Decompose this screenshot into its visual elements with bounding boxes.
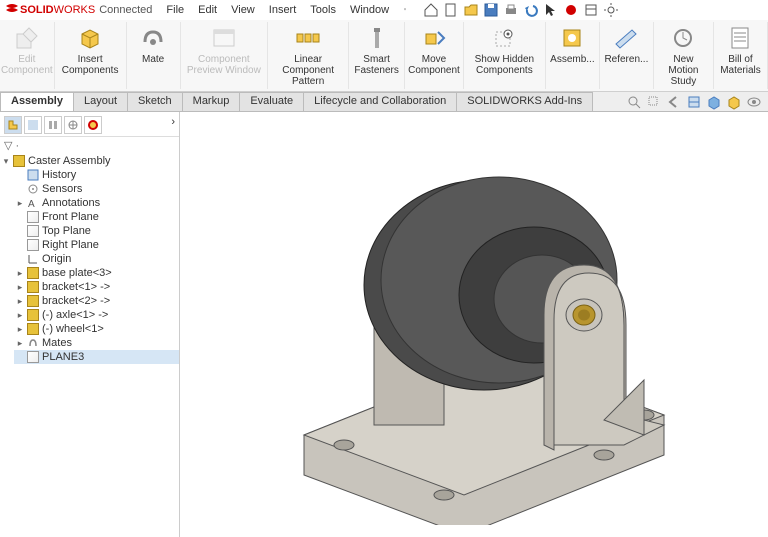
command-tabs: Assembly Layout Sketch Markup Evaluate L… <box>0 92 768 112</box>
ribbon-edit-component: Edit Component <box>0 22 55 89</box>
insert-components-icon <box>76 24 104 52</box>
solidworks-logo-icon <box>4 2 20 18</box>
open-icon[interactable] <box>463 2 479 18</box>
caster-model-rendering <box>244 125 704 525</box>
3d-viewport[interactable] <box>180 112 768 537</box>
menu-edit[interactable]: Edit <box>192 2 223 18</box>
ribbon-mate[interactable]: Mate <box>127 22 181 89</box>
assembly-features-icon <box>558 24 586 52</box>
tree-comp-wheel[interactable]: ▸(-) wheel<1> <box>14 322 179 336</box>
tree-comp-bracket1[interactable]: ▸bracket<1> -> <box>14 280 179 294</box>
options-icon[interactable] <box>583 2 599 18</box>
menu-pin-icon[interactable] <box>397 2 413 18</box>
tree-top-plane[interactable]: Top Plane <box>14 224 179 238</box>
linear-pattern-icon <box>294 24 322 52</box>
settings-icon[interactable] <box>603 2 619 18</box>
tree-tab-feature[interactable] <box>4 116 22 134</box>
save-icon[interactable] <box>483 2 499 18</box>
ribbon-component-preview: Component Preview Window <box>181 22 269 89</box>
tree-comp-baseplate[interactable]: ▸base plate<3> <box>14 266 179 280</box>
display-style-icon[interactable] <box>726 94 742 110</box>
ribbon-linear-pattern[interactable]: Linear Component Pattern <box>268 22 349 89</box>
tree-history[interactable]: History <box>14 168 179 182</box>
ribbon-smart-fasteners[interactable]: Smart Fasteners <box>349 22 405 89</box>
tree-annotations[interactable]: ▸AAnnotations <box>14 196 179 210</box>
print-icon[interactable] <box>503 2 519 18</box>
ribbon-show-hidden[interactable]: Show Hidden Components <box>464 22 546 89</box>
menubar: File Edit View Insert Tools Window <box>160 2 413 18</box>
tab-layout[interactable]: Layout <box>73 92 128 111</box>
ribbon-insert-components[interactable]: Insert Components <box>55 22 127 89</box>
rebuild-icon[interactable] <box>563 2 579 18</box>
zoom-area-icon[interactable] <box>646 94 662 110</box>
tree-root[interactable]: ▾Caster Assembly <box>0 154 179 168</box>
ribbon-bom[interactable]: Bill of Materials <box>714 22 768 89</box>
menu-tools[interactable]: Tools <box>304 2 342 18</box>
select-icon[interactable] <box>543 2 559 18</box>
tree-comp-bracket2[interactable]: ▸bracket<2> -> <box>14 294 179 308</box>
tree-mates[interactable]: ▸Mates <box>14 336 179 350</box>
move-component-icon <box>420 24 448 52</box>
mate-icon <box>139 24 167 52</box>
tree-tab-dimxpert[interactable] <box>64 116 82 134</box>
new-icon[interactable] <box>443 2 459 18</box>
bom-icon <box>726 24 754 52</box>
connection-status: Connected <box>99 4 152 16</box>
smart-fasteners-icon <box>363 24 391 52</box>
tree-tab-display[interactable] <box>84 116 102 134</box>
undo-icon[interactable] <box>523 2 539 18</box>
svg-text:A: A <box>28 199 35 209</box>
feature-tree-panel: › ▽ · ▾Caster Assembly History Sensors ▸… <box>0 112 180 537</box>
tree-expand-icon[interactable]: › <box>171 116 175 134</box>
menu-view[interactable]: View <box>225 2 261 18</box>
tab-markup[interactable]: Markup <box>182 92 241 111</box>
ribbon-reference-geometry[interactable]: Referen... <box>600 22 654 89</box>
ribbon-motion-study[interactable]: New Motion Study <box>654 22 714 89</box>
hide-show-icon[interactable] <box>746 94 762 110</box>
menu-window[interactable]: Window <box>344 2 395 18</box>
tree-plane3[interactable]: PLANE3 <box>14 350 179 364</box>
tab-sketch[interactable]: Sketch <box>127 92 183 111</box>
tree-tab-property[interactable] <box>24 116 42 134</box>
tab-lifecycle[interactable]: Lifecycle and Collaboration <box>303 92 457 111</box>
view-orientation-icon[interactable] <box>706 94 722 110</box>
zoom-fit-icon[interactable] <box>626 94 642 110</box>
ribbon-move-component[interactable]: Move Component <box>405 22 464 89</box>
tab-evaluate[interactable]: Evaluate <box>239 92 304 111</box>
preview-window-icon <box>210 24 238 52</box>
edit-component-icon <box>13 24 41 52</box>
tree-tab-config[interactable] <box>44 116 62 134</box>
tree-origin[interactable]: Origin <box>14 252 179 266</box>
previous-view-icon[interactable] <box>666 94 682 110</box>
tree-comp-axle[interactable]: ▸(-) axle<1> -> <box>14 308 179 322</box>
ribbon-assembly-features[interactable]: Assemb... <box>546 22 600 89</box>
tree-sensors[interactable]: Sensors <box>14 182 179 196</box>
menu-file[interactable]: File <box>160 2 190 18</box>
tab-addins[interactable]: SOLIDWORKS Add-Ins <box>456 92 593 111</box>
section-view-icon[interactable] <box>686 94 702 110</box>
tree-front-plane[interactable]: Front Plane <box>14 210 179 224</box>
app-brand: SOLIDWORKS <box>20 4 95 16</box>
motion-study-icon <box>669 24 697 52</box>
ribbon: Edit Component Insert Components Mate Co… <box>0 20 768 92</box>
tree-filter[interactable]: ▽ · <box>0 137 179 154</box>
show-hidden-icon <box>490 24 518 52</box>
home-icon[interactable] <box>423 2 439 18</box>
tab-assembly[interactable]: Assembly <box>0 92 74 111</box>
menu-insert[interactable]: Insert <box>263 2 303 18</box>
reference-icon <box>612 24 640 52</box>
tree-right-plane[interactable]: Right Plane <box>14 238 179 252</box>
